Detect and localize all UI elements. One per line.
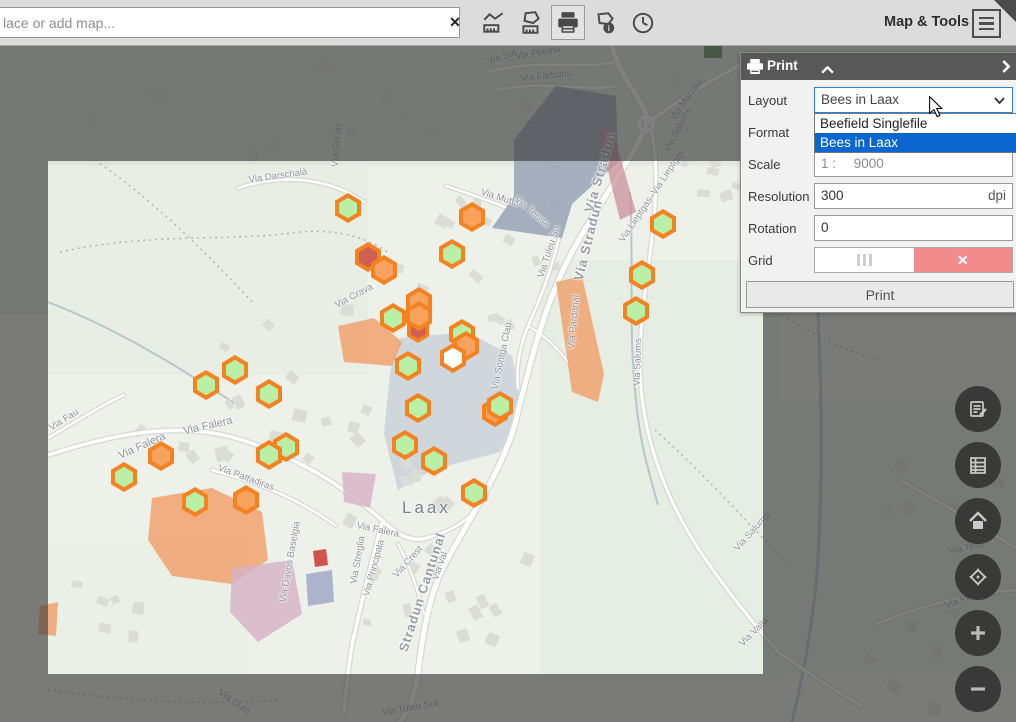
hexagon-marker-green[interactable] [380,303,406,333]
chevron-right-icon [1002,60,1011,73]
svg-text:i: i [608,22,610,32]
grid-off-half[interactable]: ✕ [914,248,1013,272]
grid-toggle[interactable]: ✕ [814,247,1013,273]
resolution-input[interactable]: 300 dpi [814,183,1013,209]
feature-info-button[interactable]: i [588,5,622,40]
scale-input[interactable]: 1 : 9000 [814,151,1013,177]
layout-select[interactable]: Bees in Laax [814,87,1013,113]
measure-line-icon [481,10,507,36]
hexagon-marker-green[interactable] [222,355,248,385]
resolution-unit: dpi [988,184,1006,207]
zoom-in-icon [967,622,989,644]
chevron-up-icon [821,66,834,74]
hexagon-marker-green[interactable] [650,209,676,239]
hexagon-marker-orange[interactable] [459,202,485,232]
feature-info-icon: i [592,10,618,36]
hexagon-marker-green[interactable] [193,370,219,400]
corner-fold [994,0,1016,22]
layout-dropdown-list: Beefield SinglefileBees in Laax [814,113,1016,153]
hexagon-marker-green[interactable] [256,379,282,409]
history-button[interactable] [626,5,660,40]
hexagon-marker-green[interactable] [461,478,487,508]
hexagon-marker-green[interactable] [335,193,361,223]
measure-area-button[interactable] [514,5,548,40]
measure-area-icon [518,10,544,36]
print-icon [747,59,763,74]
search-clear-icon[interactable]: ✕ [446,12,464,32]
hexagon-marker-green[interactable] [405,393,431,423]
notes-tool-button[interactable] [955,386,1001,432]
hexagon-marker-green[interactable] [395,351,421,381]
layout-label: Layout [748,93,787,108]
collapse-panel-button[interactable] [821,62,834,77]
locate-icon [966,565,990,589]
panel-title: Print [767,58,798,73]
top-toolbar: ✕ i M [0,0,1016,46]
x-icon: ✕ [957,252,969,269]
rotation-label: Rotation [748,221,796,236]
home-button[interactable] [955,498,1001,544]
notes-icon [967,398,989,420]
hexagon-marker-green[interactable] [392,430,418,460]
hexagon-marker-green[interactable] [182,487,208,517]
hexagon-marker-orange[interactable] [148,441,174,471]
layout-selected-value: Bees in Laax [821,92,899,107]
layout-option[interactable]: Bees in Laax [815,133,1016,152]
hexagon-marker-green[interactable] [623,296,649,326]
hexagon-marker-green[interactable] [111,462,137,492]
print-icon [555,10,581,36]
grip-icon [857,254,860,266]
rotation-input[interactable]: 0 [814,215,1013,241]
home-icon [966,509,990,533]
geolocate-button[interactable] [955,554,1001,600]
print-submit-button[interactable]: Print [746,281,1014,308]
map-tools-label: Map & Tools [884,14,969,30]
table-icon [967,454,989,476]
hexagon-marker-green[interactable] [439,239,465,269]
scale-label: Scale [748,157,781,172]
hexagon-marker-green[interactable] [421,446,447,476]
grid-on-half[interactable] [815,248,914,272]
print-panel-header[interactable]: Print [741,53,1016,80]
hamburger-icon [979,17,994,20]
layout-option[interactable]: Beefield Singlefile [815,114,1016,133]
chevron-down-icon [994,97,1005,104]
print-button-toolbar[interactable] [551,5,585,40]
hexagon-marker-green[interactable] [629,260,655,290]
close-panel-button[interactable] [1002,60,1011,76]
search-input[interactable] [0,7,460,38]
zoom-out-button[interactable] [955,666,1001,712]
measure-line-button[interactable] [477,5,511,40]
clock-icon [630,10,656,36]
hexagon-marker-orange[interactable] [233,485,259,515]
zoom-in-button[interactable] [955,610,1001,656]
grid-label: Grid [748,253,773,268]
resolution-label: Resolution [748,189,809,204]
format-label: Format [748,125,789,140]
print-panel: Print Layout Bees in Laax Format Scale 1… [740,52,1016,313]
attribute-table-button[interactable] [955,442,1001,488]
zoom-out-icon [967,678,989,700]
